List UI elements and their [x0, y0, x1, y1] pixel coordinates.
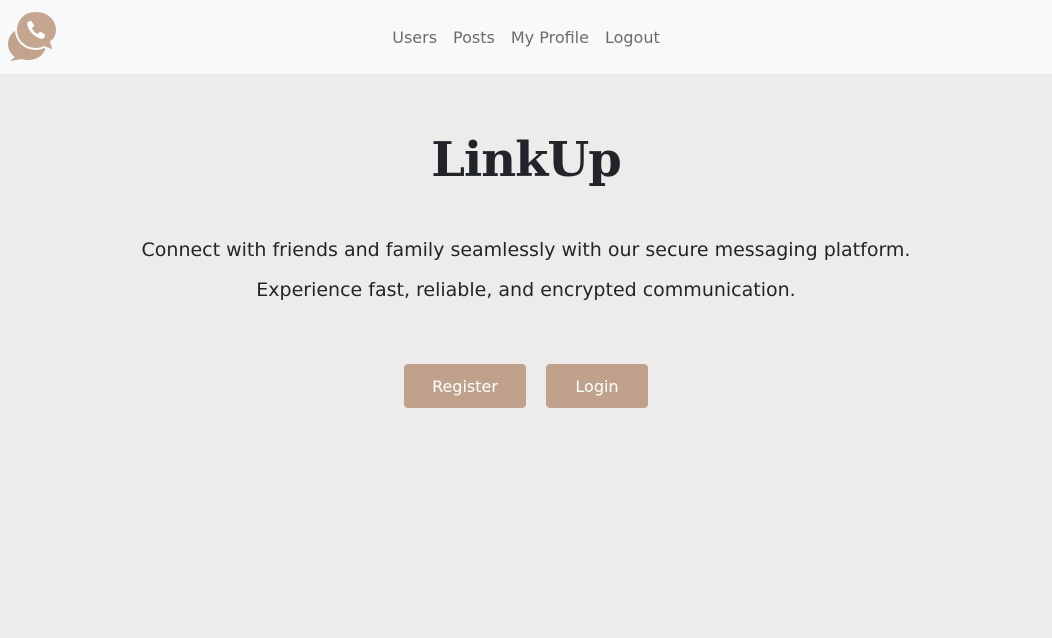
register-button[interactable]: Register	[404, 364, 526, 408]
nav-link-my-profile[interactable]: My Profile	[511, 28, 589, 47]
tagline-line-2: Experience fast, reliable, and encrypted…	[256, 279, 796, 301]
action-buttons: Register Login	[0, 364, 1052, 408]
navbar: Users Posts My Profile Logout	[0, 0, 1052, 74]
hero-section: LinkUp Connect with friends and family s…	[0, 74, 1052, 638]
nav-link-posts[interactable]: Posts	[453, 28, 495, 47]
nav-link-logout[interactable]: Logout	[605, 28, 660, 47]
nav-link-users[interactable]: Users	[392, 28, 437, 47]
tagline-line-1: Connect with friends and family seamless…	[141, 239, 911, 261]
nav-links: Users Posts My Profile Logout	[0, 0, 1052, 74]
page-title: LinkUp	[431, 132, 622, 188]
login-button[interactable]: Login	[546, 364, 648, 408]
